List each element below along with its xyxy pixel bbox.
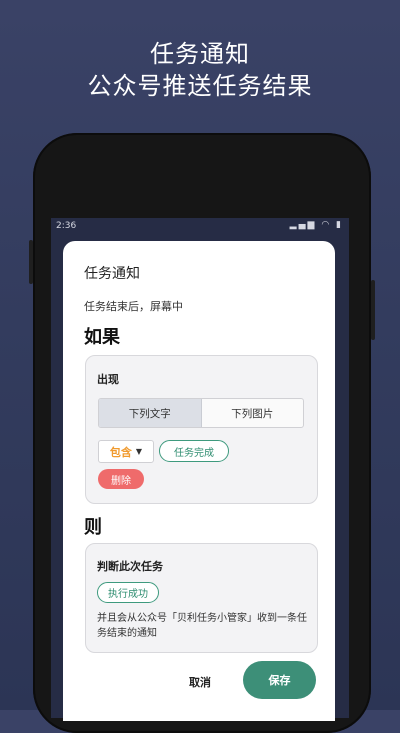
phone-side-button: [29, 240, 33, 284]
promo-subtitle: 公众号推送任务结果: [87, 72, 313, 100]
status-bar: 2:36 ▂▄▆ ◠ ▮: [51, 218, 349, 234]
dialog-subtitle: 任务结束后，屏幕中: [84, 300, 183, 313]
dialog-title: 任务通知: [84, 266, 140, 282]
battery-icon: ▮: [336, 220, 343, 230]
match-mode-dropdown[interactable]: 包含 ▼: [98, 440, 154, 463]
condition-card: 出现 下列文字 下列图片 包含 ▼ 任务完成 删除: [85, 355, 318, 504]
then-heading: 则: [84, 517, 102, 538]
action-card: 判断此次任务 执行成功 并且会从公众号「贝利任务小管家」收到一条任务结束的通知: [85, 543, 318, 653]
promo-title: 任务通知: [150, 40, 250, 68]
keyword-chip[interactable]: 任务完成: [159, 440, 229, 462]
task-notification-dialog: 任务通知 任务结束后，屏幕中 如果 出现 下列文字 下列图片 包含 ▼ 任务完成…: [63, 241, 335, 721]
status-time: 2:36: [56, 221, 77, 231]
save-button[interactable]: 保存: [243, 661, 316, 699]
delete-button[interactable]: 删除: [98, 469, 144, 489]
if-heading: 如果: [84, 327, 120, 348]
segment-image[interactable]: 下列图片: [202, 399, 304, 427]
result-chip[interactable]: 执行成功: [97, 582, 159, 603]
signal-icon: ▂▄▆: [289, 220, 317, 230]
wifi-icon: ◠: [321, 220, 332, 230]
condition-label: 出现: [97, 373, 119, 386]
action-description: 并且会从公众号「贝利任务小管家」收到一条任务结束的通知: [97, 613, 307, 639]
match-type-segmented-control: 下列文字 下列图片: [98, 398, 304, 428]
phone-side-button-right: [371, 280, 375, 340]
chevron-down-icon: ▼: [135, 447, 143, 456]
segment-text[interactable]: 下列文字: [99, 399, 202, 427]
cancel-button[interactable]: 取消: [180, 672, 220, 692]
match-mode-value: 包含: [109, 445, 132, 459]
action-label: 判断此次任务: [97, 560, 163, 573]
